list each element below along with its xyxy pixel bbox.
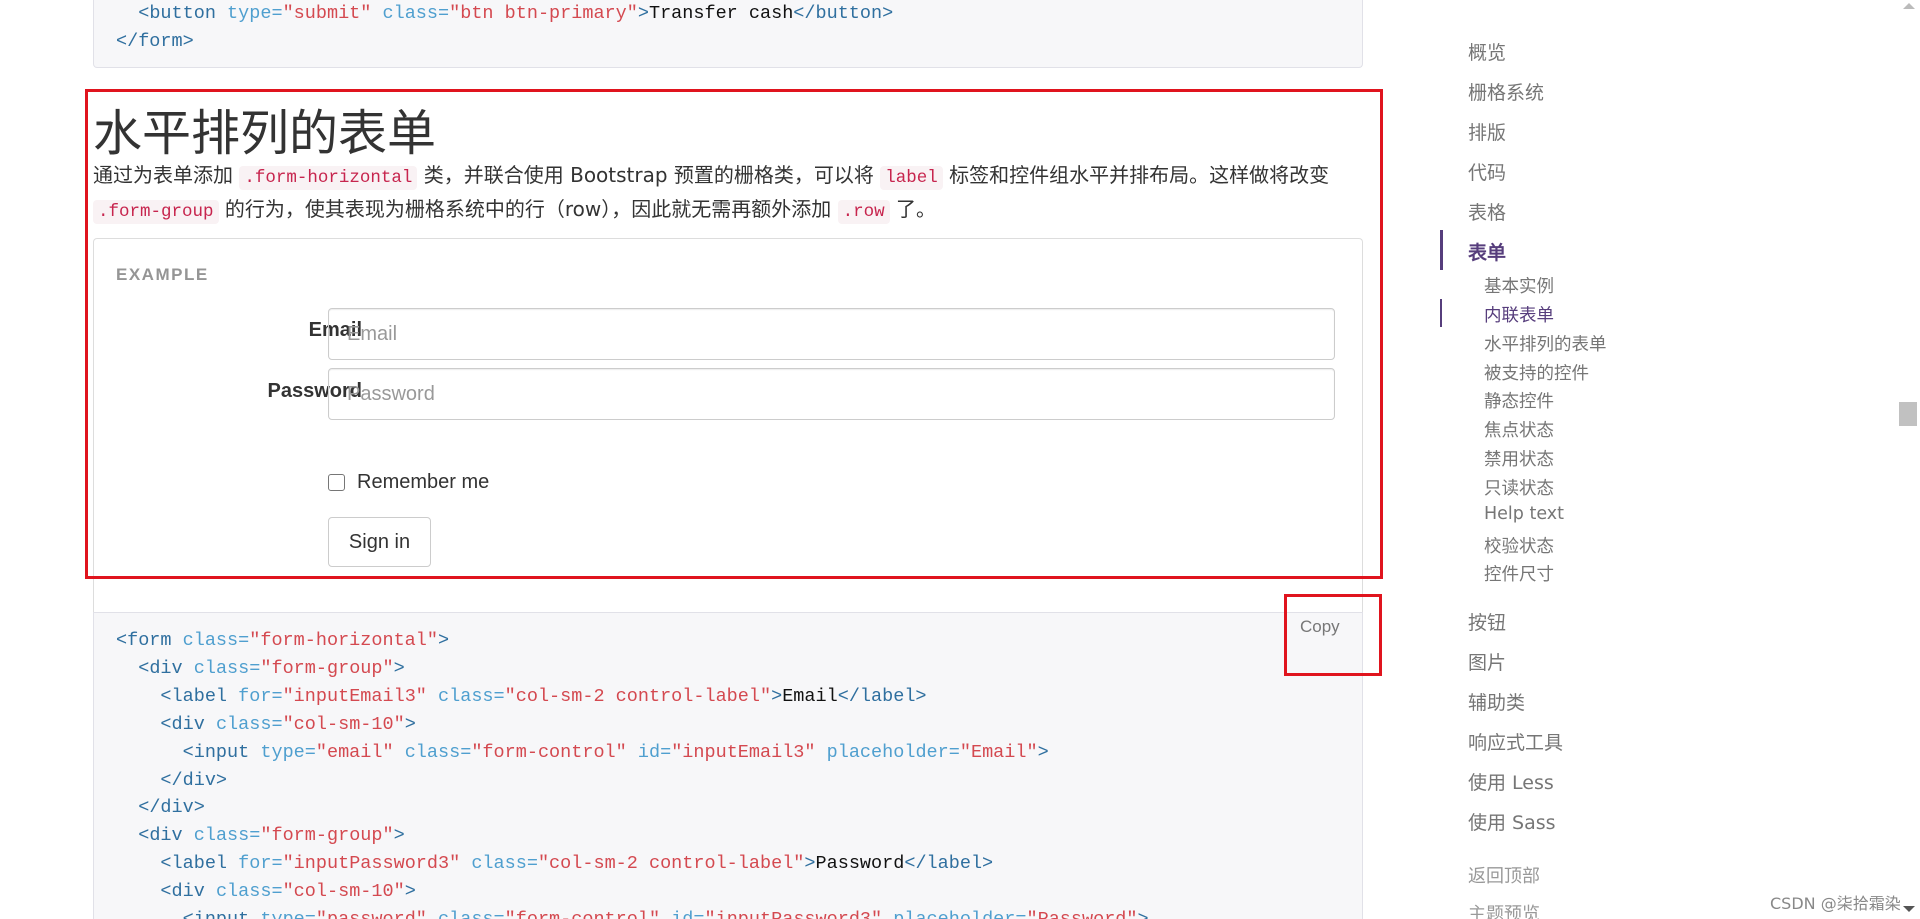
nav-sub-focus-state[interactable]: 焦点状态 <box>1484 417 1554 442</box>
code-line: </div> <box>160 769 228 791</box>
code-line: <div class="col-sm-10"> <box>160 881 416 903</box>
code-line: </form> <box>116 31 194 52</box>
nav-sub-static-control[interactable]: 静态控件 <box>1484 388 1554 413</box>
theme-preview-link[interactable]: 主题预览 <box>1468 900 1540 919</box>
code-block-previous: <button type="submit" class="btn btn-pri… <box>93 0 1363 68</box>
nav-sub-inline[interactable]: 内联表单 <box>1484 302 1554 327</box>
code-line: <input type="email" class="form-control"… <box>182 741 1049 763</box>
code-block-example: <form class="form-horizontal"> <div clas… <box>93 612 1363 919</box>
code-line: <div class="form-group"> <box>138 825 405 847</box>
docs-sidebar-nav: 概览 栅格系统 排版 代码 表格 表单 基本实例 内联表单 水平排列的表单 被支… <box>1440 0 1860 919</box>
nav-sub-control-sizing[interactable]: 控件尺寸 <box>1484 561 1554 586</box>
nav-item-sass[interactable]: 使用 Sass <box>1468 808 1556 835</box>
highlight-box <box>85 89 1383 579</box>
nav-active-indicator <box>1440 230 1443 270</box>
back-to-top-link[interactable]: 返回顶部 <box>1468 862 1540 888</box>
nav-item-typography[interactable]: 排版 <box>1468 118 1506 145</box>
nav-item-less[interactable]: 使用 Less <box>1468 768 1554 795</box>
code-line: <label for="inputEmail3" class="col-sm-2… <box>160 685 927 707</box>
scroll-up-arrow-icon[interactable] <box>1903 3 1915 9</box>
nav-item-helpers[interactable]: 辅助类 <box>1468 688 1525 715</box>
nav-sub-basic[interactable]: 基本实例 <box>1484 273 1554 298</box>
nav-item-forms[interactable]: 表单 <box>1468 238 1506 265</box>
copy-highlight-box <box>1284 594 1382 676</box>
code-line: <div class="col-sm-10"> <box>160 713 416 735</box>
nav-sub-readonly-state[interactable]: 只读状态 <box>1484 475 1554 500</box>
nav-item-buttons[interactable]: 按钮 <box>1468 608 1506 635</box>
code-line: <form class="form-horizontal"> <box>116 630 450 651</box>
nav-sub-disabled-state[interactable]: 禁用状态 <box>1484 446 1554 471</box>
scrollbar-thumb[interactable] <box>1899 402 1917 426</box>
nav-sub-help-text[interactable]: Help text <box>1484 504 1564 524</box>
code-line: </div> <box>138 797 205 819</box>
nav-item-tables[interactable]: 表格 <box>1468 198 1506 225</box>
nav-sub-validation[interactable]: 校验状态 <box>1484 533 1554 558</box>
code-line: <input type="password" class="form-contr… <box>116 906 1362 919</box>
nav-item-grid[interactable]: 栅格系统 <box>1468 78 1544 105</box>
scroll-down-arrow-icon[interactable] <box>1903 906 1915 912</box>
nav-sub-active-indicator <box>1440 299 1442 327</box>
code-line: <div class="form-group"> <box>138 657 405 679</box>
nav-item-code[interactable]: 代码 <box>1468 158 1506 185</box>
code-line: <label for="inputPassword3" class="col-s… <box>160 853 994 875</box>
nav-item-responsive[interactable]: 响应式工具 <box>1468 728 1563 755</box>
code-line: <button type="submit" class="btn btn-pri… <box>138 3 894 24</box>
page-scrollbar[interactable] <box>1896 0 1920 919</box>
nav-sub-horizontal[interactable]: 水平排列的表单 <box>1484 331 1607 356</box>
nav-sub-supported-controls[interactable]: 被支持的控件 <box>1484 360 1589 385</box>
watermark: CSDN @柒拾霜染 <box>1770 894 1901 913</box>
nav-item-overview[interactable]: 概览 <box>1468 38 1506 65</box>
nav-item-images[interactable]: 图片 <box>1468 648 1506 675</box>
